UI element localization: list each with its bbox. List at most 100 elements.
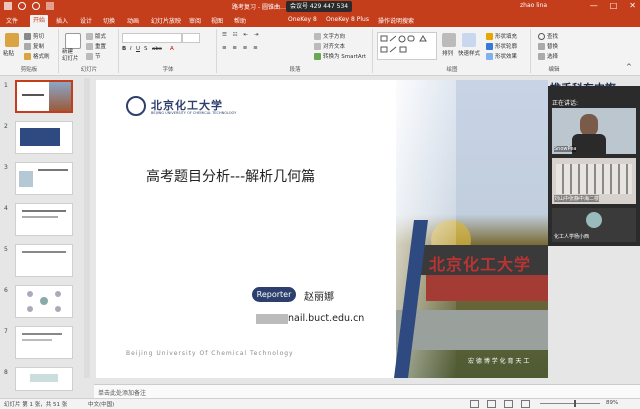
- slide-canvas[interactable]: 北京化工大学 宏 德 博 学 化 育 天 工 北京化工大学 BEIJING UN…: [96, 80, 548, 378]
- slide-thumbnail-3[interactable]: [15, 162, 73, 195]
- shapes-gallery[interactable]: [377, 32, 437, 60]
- font-color-button[interactable]: A: [170, 46, 174, 52]
- cut-button[interactable]: 剪切: [24, 32, 44, 40]
- arrange-button[interactable]: 排列: [442, 49, 453, 57]
- effects-icon: [486, 53, 493, 60]
- undo-icon[interactable]: [18, 2, 26, 10]
- tab-onekey8plus[interactable]: OneKey 8 Plus: [326, 16, 369, 23]
- thumb-number: 2: [4, 123, 8, 130]
- user-name[interactable]: zhao lina: [520, 2, 547, 9]
- editing-group: 查找 替换 选择 编辑: [532, 29, 576, 73]
- quick-styles-button[interactable]: 快速样式: [458, 49, 480, 57]
- new-slide-button[interactable]: 新建 幻灯片: [62, 49, 79, 63]
- shape-effects-button[interactable]: 形状效果: [486, 52, 517, 60]
- blue-stripe: [394, 220, 428, 378]
- slide-footer: Beijing University Of Chemical Technolog…: [126, 350, 294, 357]
- zoom-slider[interactable]: [540, 403, 600, 404]
- save-icon[interactable]: [4, 2, 12, 10]
- strikethrough-button[interactable]: abc: [152, 46, 162, 52]
- shape-outline-button[interactable]: 形状轮廓: [486, 42, 517, 50]
- bold-button[interactable]: B: [122, 46, 126, 52]
- new-slide-icon[interactable]: [65, 33, 81, 49]
- quick-styles-icon[interactable]: [462, 33, 476, 47]
- font-size-select[interactable]: [182, 33, 200, 43]
- outline-icon: [486, 43, 493, 50]
- italic-button[interactable]: I: [130, 46, 132, 52]
- tell-me-search[interactable]: 操作说明搜索: [378, 16, 414, 25]
- underline-button[interactable]: U: [136, 46, 140, 52]
- redo-icon[interactable]: [32, 2, 40, 10]
- format-painter-button[interactable]: 格式刷: [24, 52, 50, 60]
- brush-icon: [24, 53, 31, 60]
- thumbnails-scrollbar[interactable]: [84, 78, 90, 378]
- cursor-icon: [538, 53, 545, 60]
- tab-animations[interactable]: 动画: [127, 16, 139, 25]
- maximize-button[interactable]: □: [610, 1, 618, 10]
- university-logo-icon: [126, 96, 146, 116]
- arrange-icon[interactable]: [442, 33, 456, 47]
- tab-onekey8[interactable]: OneKey 8: [288, 16, 317, 23]
- select-button[interactable]: 选择: [538, 52, 558, 60]
- slide-thumbnail-2[interactable]: [15, 121, 73, 154]
- tab-help[interactable]: 帮助: [234, 16, 246, 25]
- present-icon[interactable]: [46, 2, 54, 10]
- slideshow-view-icon[interactable]: [521, 400, 530, 408]
- tab-insert[interactable]: 插入: [56, 16, 68, 25]
- tab-view[interactable]: 视图: [211, 16, 223, 25]
- zoom-slider-thumb[interactable]: [574, 400, 576, 407]
- slide-title[interactable]: 高考题目分析---解析几何篇: [146, 166, 315, 186]
- video-tile-2[interactable]: 刘山中张静中海二楼: [552, 158, 636, 204]
- slide-thumbnails-pane: 1 2 3 4 5 6 7 8: [0, 76, 92, 398]
- text-direction-button[interactable]: 文字方向: [314, 32, 345, 40]
- paste-button[interactable]: 粘贴: [3, 49, 14, 57]
- tile-name: SnowPea: [554, 146, 577, 152]
- replace-button[interactable]: 替换: [538, 42, 558, 50]
- paste-icon[interactable]: [5, 33, 19, 47]
- thumb-number: 4: [4, 205, 8, 212]
- collapse-ribbon-icon[interactable]: ^: [626, 63, 632, 71]
- reading-view-icon[interactable]: [504, 400, 513, 408]
- tab-home[interactable]: 开始: [30, 15, 49, 27]
- tab-slideshow[interactable]: 幻灯片放映: [151, 16, 181, 25]
- layout-button[interactable]: 版式: [86, 32, 106, 40]
- align-buttons[interactable]: ≡ ≡ ≡ ≡: [222, 45, 260, 51]
- slide-thumbnail-7[interactable]: [15, 326, 73, 359]
- font-name-select[interactable]: [122, 33, 182, 43]
- slide-thumbnail-5[interactable]: [15, 244, 73, 277]
- smartart-icon: [314, 53, 321, 60]
- normal-view-icon[interactable]: [470, 400, 479, 408]
- slide-thumbnail-4[interactable]: [15, 203, 73, 236]
- slide-thumbnail-6[interactable]: [15, 285, 73, 318]
- tab-file[interactable]: 文件: [6, 16, 18, 25]
- tab-review[interactable]: 审阅: [189, 16, 201, 25]
- close-button[interactable]: ✕: [629, 1, 636, 10]
- video-tile-3[interactable]: 化工人学杨小西: [552, 208, 636, 242]
- minimize-button[interactable]: —: [590, 1, 598, 10]
- paragraph-group: ☰ ☷ ⇤ ⇥ ≡ ≡ ≡ ≡ 文字方向 对齐文本 转换为 SmartArt 段…: [218, 29, 373, 73]
- sorter-view-icon[interactable]: [487, 400, 496, 408]
- list-buttons[interactable]: ☰ ☷ ⇤ ⇥: [222, 32, 260, 38]
- reporter-badge: Reporter: [252, 287, 296, 302]
- view-buttons[interactable]: [470, 399, 530, 408]
- smartart-button[interactable]: 转换为 SmartArt: [314, 52, 366, 60]
- tab-transitions[interactable]: 切换: [103, 16, 115, 25]
- shadow-button[interactable]: S: [144, 46, 148, 52]
- slide-thumbnail-1[interactable]: [15, 80, 73, 113]
- video-tile-1[interactable]: SnowPea: [552, 108, 636, 154]
- tab-design[interactable]: 设计: [80, 16, 92, 25]
- classroom-scene: [556, 164, 632, 194]
- shape-fill-button[interactable]: 形状填充: [486, 32, 517, 40]
- section-button[interactable]: 节: [86, 52, 101, 60]
- thumb-number: 5: [4, 246, 8, 253]
- language-indicator[interactable]: 中文(中国): [88, 400, 114, 408]
- meeting-id-badge[interactable]: 会议号 429 447 534: [286, 1, 353, 12]
- reset-button[interactable]: 重置: [86, 42, 106, 50]
- find-button[interactable]: 查找: [538, 32, 558, 40]
- thumb-number: 3: [4, 164, 8, 171]
- align-text-button[interactable]: 对齐文本: [314, 42, 345, 50]
- notes-pane[interactable]: 单击此处添加备注: [94, 384, 640, 399]
- zoom-level[interactable]: 89%: [606, 400, 618, 406]
- drawing-label: 绘图: [446, 67, 458, 73]
- slide-thumbnail-8[interactable]: [15, 367, 73, 391]
- copy-button[interactable]: 复制: [24, 42, 44, 50]
